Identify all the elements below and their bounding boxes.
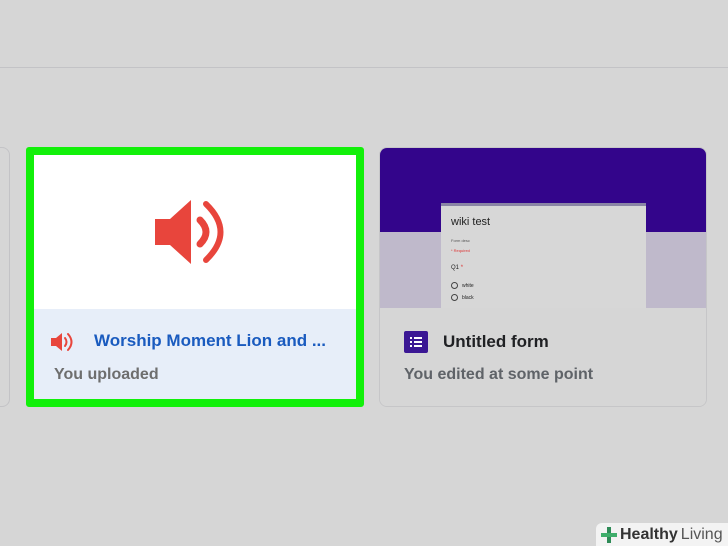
form-file-info: Untitled form You edited at some point [380, 308, 706, 406]
healthy-living-watermark: Healthy Living [596, 523, 728, 546]
form-preview: wiki test Form desc * Required Q1 * whit… [441, 203, 646, 308]
form-thumbnail: wiki test Form desc * Required Q1 * whit… [380, 148, 706, 308]
audio-file-title[interactable]: Worship Moment Lion and ... [94, 331, 339, 351]
form-file-card[interactable]: wiki test Form desc * Required Q1 * whit… [379, 147, 707, 407]
form-preview-option: white [451, 282, 474, 289]
form-preview-description: Form desc [451, 238, 470, 243]
radio-icon [451, 282, 458, 289]
speaker-icon [155, 200, 224, 264]
audio-thumbnail [34, 155, 356, 309]
watermark-living-text: Living [680, 525, 723, 543]
audio-file-card[interactable]: Worship Moment Lion and ... You uploaded [26, 147, 364, 407]
forms-icon [404, 331, 428, 353]
form-preview-title: wiki test [451, 216, 491, 228]
form-file-subtitle: You edited at some point [404, 366, 594, 383]
audio-file-icon [51, 333, 73, 351]
audio-file-subtitle: You uploaded [54, 366, 159, 383]
audio-file-info: Worship Moment Lion and ... You uploaded [34, 309, 356, 399]
form-file-title[interactable]: Untitled form [443, 332, 549, 352]
healthy-living-logo-icon [601, 526, 617, 543]
form-preview-required-note: * Required [451, 248, 470, 253]
form-preview-question: Q1 * [451, 265, 464, 271]
previous-file-card[interactable] [0, 147, 10, 407]
watermark-healthy-text: Healthy [620, 525, 678, 543]
top-divider [0, 67, 728, 68]
form-preview-option: black [451, 294, 474, 301]
radio-icon [451, 294, 458, 301]
